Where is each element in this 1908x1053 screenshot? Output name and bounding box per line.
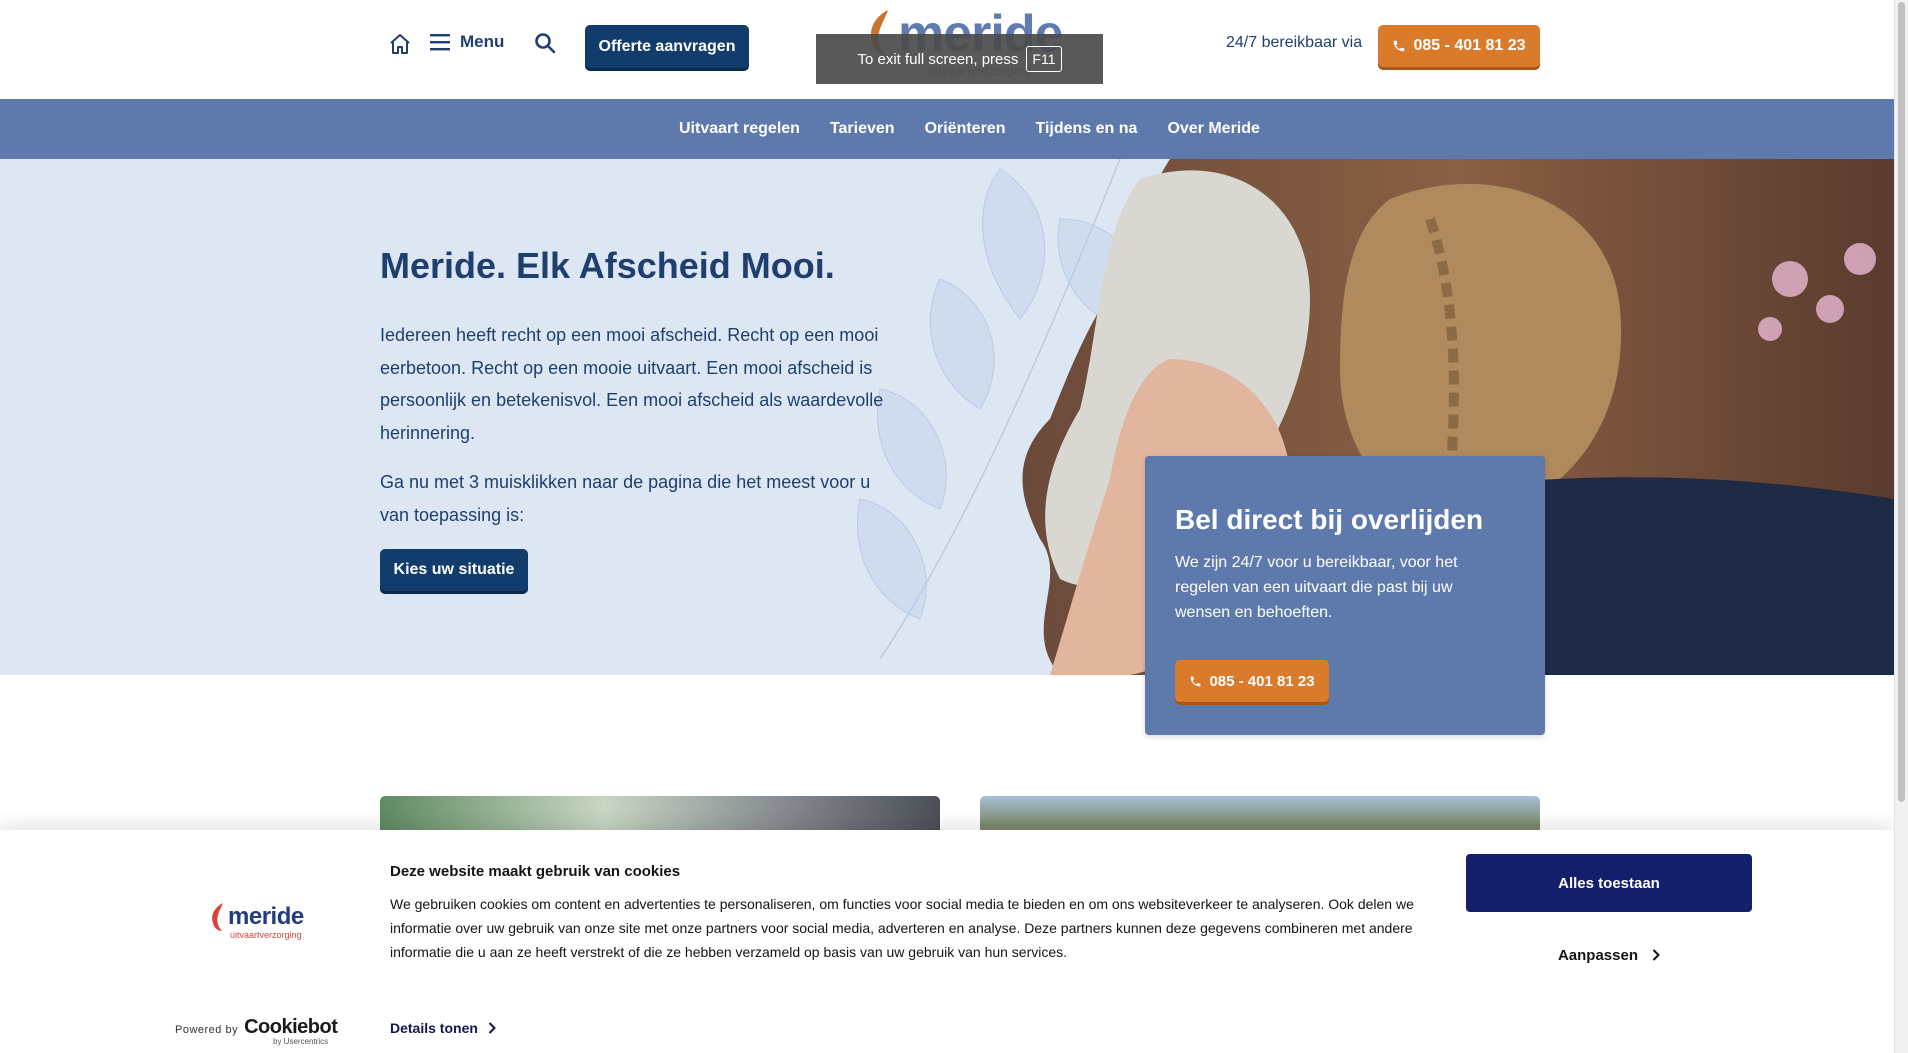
menu-button[interactable]: Menu — [430, 32, 504, 52]
details-label: Details tonen — [390, 1020, 478, 1036]
site-header: Menu Offerte aanvragen meride uitvaartve… — [0, 0, 1894, 99]
fullscreen-notice: To exit full screen, press F11 — [816, 34, 1103, 84]
phone-icon — [1394, 40, 1405, 52]
main-nav: Uitvaart regelen Tarieven Oriënteren Tij… — [0, 99, 1894, 159]
chevron-right-icon — [1652, 949, 1660, 961]
cookie-logo-subtitle: uitvaartverzorging — [230, 930, 302, 940]
phone-icon — [1191, 676, 1201, 686]
kies-uw-situatie-button[interactable]: Kies uw situatie — [380, 549, 528, 591]
hero-paragraph-1: Iedereen heeft recht op een mooi afschei… — [380, 325, 884, 443]
availability-text: 24/7 bereikbaar via — [1226, 34, 1363, 51]
nav-item-tarieven[interactable]: Tarieven — [815, 120, 910, 138]
powered-by-text: Powered by — [175, 1024, 239, 1036]
fullscreen-notice-text: To exit full screen, press — [857, 50, 1019, 68]
phone-button-header[interactable]: 085 - 401 81 23 — [1378, 25, 1540, 67]
offerte-button[interactable]: Offerte aanvragen — [585, 25, 749, 68]
call-card-text: We zijn 24/7 voor u bereikbaar, voor het… — [1175, 554, 1458, 621]
page-scrollbar[interactable] — [1894, 0, 1908, 1053]
phone-label: 085 - 401 81 23 — [1413, 37, 1526, 54]
nav-item-uitvaart-regelen[interactable]: Uitvaart regelen — [664, 120, 815, 138]
cookie-banner-logo: meride uitvaartverzorging — [208, 902, 304, 940]
nav-item-over-meride[interactable]: Over Meride — [1152, 120, 1274, 138]
phone-button-card[interactable]: 085 - 401 81 23 — [1175, 660, 1329, 702]
cookie-banner: meride uitvaartverzorging Powered by Coo… — [0, 830, 1894, 1053]
details-tonen-link[interactable]: Details tonen — [390, 1020, 496, 1036]
hero-section: Meride. Elk Afscheid Mooi. Iedereen heef… — [0, 159, 1894, 675]
call-card-title: Bel direct bij overlijden — [1175, 504, 1484, 535]
cookiebot-sub: by Usercentrics — [273, 1037, 329, 1046]
cookie-title: Deze website maakt gebruik van cookies — [390, 863, 681, 880]
flame-logo-icon — [212, 903, 223, 931]
scrollbar-thumb[interactable] — [1898, 2, 1905, 802]
hamburger-icon — [430, 34, 450, 51]
hero-paragraph-2: Ga nu met 3 muisklikken naar de pagina d… — [380, 472, 871, 525]
cookie-logo-wordmark: meride — [228, 903, 304, 930]
chevron-right-icon — [488, 1022, 496, 1034]
cookie-body: We gebruiken cookies om content en adver… — [390, 896, 1414, 960]
nav-item-tijdens-en-na[interactable]: Tijdens en na — [1020, 120, 1152, 138]
nav-item-orienteren[interactable]: Oriënteren — [910, 120, 1021, 138]
fullscreen-key: F11 — [1026, 46, 1062, 72]
allow-all-button[interactable]: Alles toestaan — [1466, 854, 1752, 912]
phone-label: 085 - 401 81 23 — [1209, 672, 1315, 690]
cookiebot-branding[interactable]: Powered by Cookiebot by Usercentrics — [175, 1016, 338, 1046]
cookiebot-logo: Cookiebot — [244, 1016, 338, 1038]
menu-label: Menu — [460, 32, 505, 51]
customize-label: Aanpassen — [1557, 946, 1639, 964]
hero-title: Meride. Elk Afscheid Mooi. — [380, 245, 835, 286]
call-card: Bel direct bij overlijden We zijn 24/7 v… — [1145, 456, 1545, 735]
customize-button[interactable]: Aanpassen — [1466, 934, 1752, 976]
search-icon[interactable] — [534, 32, 556, 54]
home-icon[interactable] — [388, 32, 412, 56]
